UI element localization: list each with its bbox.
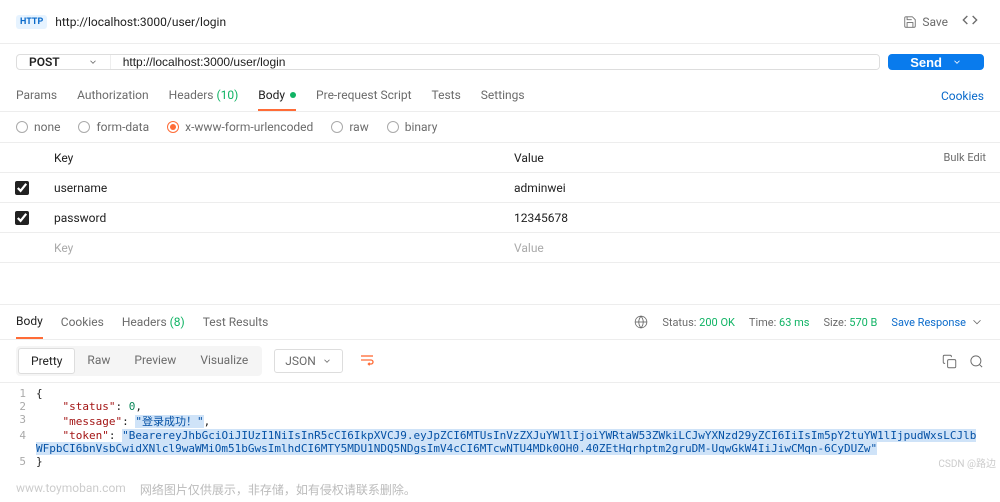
row-checkbox[interactable]: [15, 181, 29, 195]
time-block: Time: 63 ms: [749, 316, 810, 329]
radio-raw[interactable]: raw: [331, 120, 368, 134]
resp-tab-headers[interactable]: Headers (8): [122, 305, 185, 339]
status-block: Status: 200 OK: [662, 316, 735, 329]
format-select[interactable]: JSON: [274, 349, 343, 373]
view-visualize[interactable]: Visualize: [188, 348, 260, 374]
http-badge: HTTP: [16, 15, 47, 29]
radio-form-data[interactable]: form-data: [78, 120, 149, 134]
view-preview[interactable]: Preview: [122, 348, 188, 374]
size-block: Size: 570 B: [823, 316, 877, 329]
tab-settings[interactable]: Settings: [481, 80, 525, 111]
cookies-link[interactable]: Cookies: [941, 89, 984, 103]
tab-params[interactable]: Params: [16, 80, 57, 111]
csdn-watermark: CSDN @路边: [938, 455, 996, 470]
bulk-edit[interactable]: Bulk Edit: [930, 151, 1000, 164]
header-url: http://localhost:3000/user/login: [55, 15, 895, 29]
code-tool[interactable]: [956, 6, 984, 37]
watermark-domain: www.toymoban.com: [16, 481, 126, 498]
resp-tab-tests[interactable]: Test Results: [203, 305, 269, 339]
chevron-down-icon: [88, 57, 98, 67]
search-icon[interactable]: [969, 354, 984, 369]
chevron-down-icon: [970, 315, 984, 329]
table-row: password 12345678: [0, 203, 1000, 233]
save-button[interactable]: Save: [903, 15, 948, 29]
cell-value[interactable]: adminwei: [504, 181, 930, 195]
view-pretty[interactable]: Pretty: [18, 348, 75, 374]
radio-binary[interactable]: binary: [387, 120, 438, 134]
dot-indicator: [290, 92, 296, 98]
cell-key[interactable]: password: [44, 211, 504, 225]
radio-none[interactable]: none: [16, 120, 60, 134]
resp-tab-body[interactable]: Body: [16, 305, 43, 339]
resp-tab-cookies[interactable]: Cookies: [61, 305, 104, 339]
chevron-down-icon: [952, 57, 962, 67]
save-label: Save: [922, 15, 948, 29]
send-button[interactable]: Send: [888, 54, 984, 70]
tab-prerequest[interactable]: Pre-request Script: [316, 80, 411, 111]
save-response[interactable]: Save Response: [891, 315, 984, 329]
tab-authorization[interactable]: Authorization: [77, 80, 149, 111]
send-label: Send: [910, 55, 942, 70]
col-key: Key: [44, 151, 504, 165]
method-label: POST: [29, 55, 60, 69]
table-row: username adminwei: [0, 173, 1000, 203]
col-value: Value: [504, 151, 930, 165]
watermark-text: 网络图片仅供展示，非存储，如有侵权请联系删除。: [140, 481, 416, 498]
radio-urlencoded[interactable]: x-www-form-urlencoded: [167, 120, 313, 134]
row-checkbox[interactable]: [15, 211, 29, 225]
cell-value[interactable]: 12345678: [504, 211, 930, 225]
tab-body[interactable]: Body: [258, 80, 296, 111]
table-row-empty: Key Value: [0, 233, 1000, 263]
chevron-down-icon: [322, 356, 332, 366]
save-icon: [903, 15, 917, 29]
wrap-toggle[interactable]: [355, 348, 379, 375]
tab-headers[interactable]: Headers (10): [169, 80, 239, 111]
view-raw[interactable]: Raw: [75, 348, 122, 374]
cell-value[interactable]: Value: [504, 241, 930, 255]
globe-icon[interactable]: [634, 315, 648, 329]
response-body: 1{2 "status": 0,3 "message": "登录成功！",4 "…: [0, 383, 1000, 472]
tab-tests[interactable]: Tests: [432, 80, 461, 111]
cell-key[interactable]: username: [44, 181, 504, 195]
cell-key[interactable]: Key: [44, 241, 504, 255]
method-select[interactable]: POST: [17, 55, 111, 69]
url-input[interactable]: [111, 55, 880, 69]
copy-icon[interactable]: [942, 354, 957, 369]
